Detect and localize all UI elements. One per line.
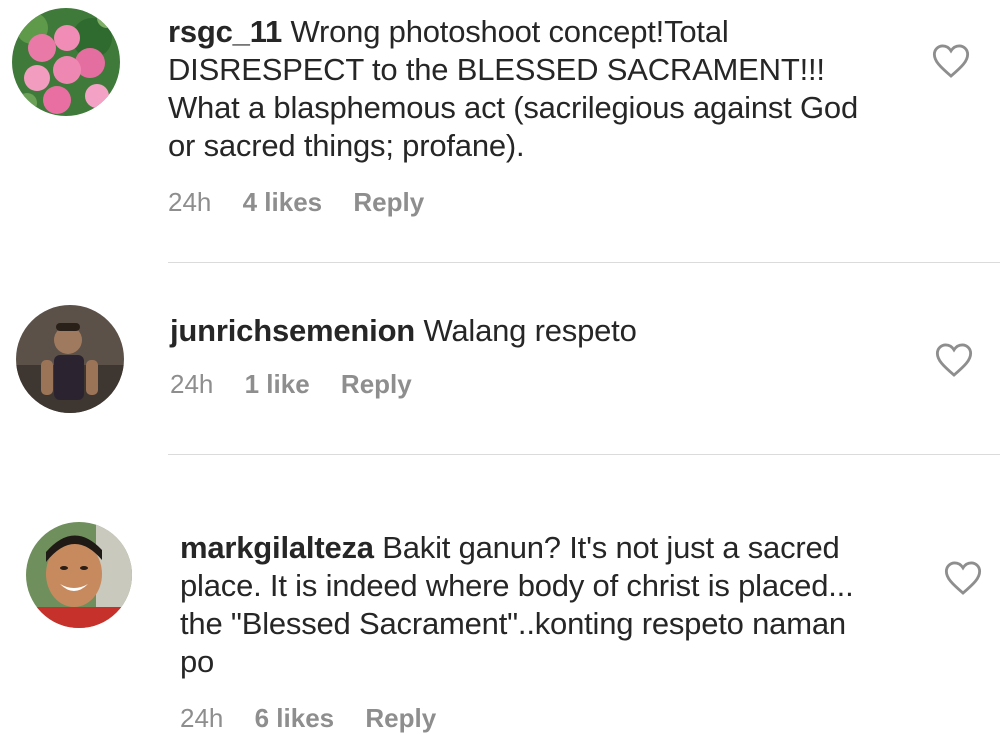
smiling-man-avatar [26,522,132,628]
avatar[interactable] [16,305,124,413]
avatar[interactable] [26,522,132,628]
comment-likes[interactable]: 1 like [245,369,310,399]
hydrangea-flowers-avatar [12,8,120,116]
reply-button[interactable]: Reply [353,187,424,217]
divider [168,262,1000,263]
comment-username[interactable]: markgilalteza [180,530,374,565]
comment-body: rsgc_11 Wrong photoshoot concept!Total D… [168,13,888,165]
comment-time: 24h [170,369,214,399]
avatar[interactable] [12,8,120,116]
comment-likes[interactable]: 4 likes [243,187,323,217]
divider [168,454,1000,455]
comment-meta: 24h 1 like Reply [170,369,436,400]
comment-username[interactable]: rsgc_11 [168,14,282,49]
comment-likes[interactable]: 6 likes [255,703,335,733]
comment-meta: 24h 6 likes Reply [180,703,460,734]
comment-time: 24h [168,187,212,217]
comment-body: junrichsemenion Walang respeto [170,312,890,350]
heart-icon[interactable] [944,560,982,596]
heart-icon[interactable] [935,342,973,378]
person-photo-avatar [16,305,124,413]
reply-button[interactable]: Reply [365,703,436,733]
comment-time: 24h [180,703,224,733]
reply-button[interactable]: Reply [341,369,412,399]
comment-meta: 24h 4 likes Reply [168,187,448,218]
comment-text: Walang respeto [423,313,637,348]
comment-username[interactable]: junrichsemenion [170,313,415,348]
heart-icon[interactable] [932,43,970,79]
comment-body: markgilalteza Bakit ganun? It's not just… [180,529,870,681]
